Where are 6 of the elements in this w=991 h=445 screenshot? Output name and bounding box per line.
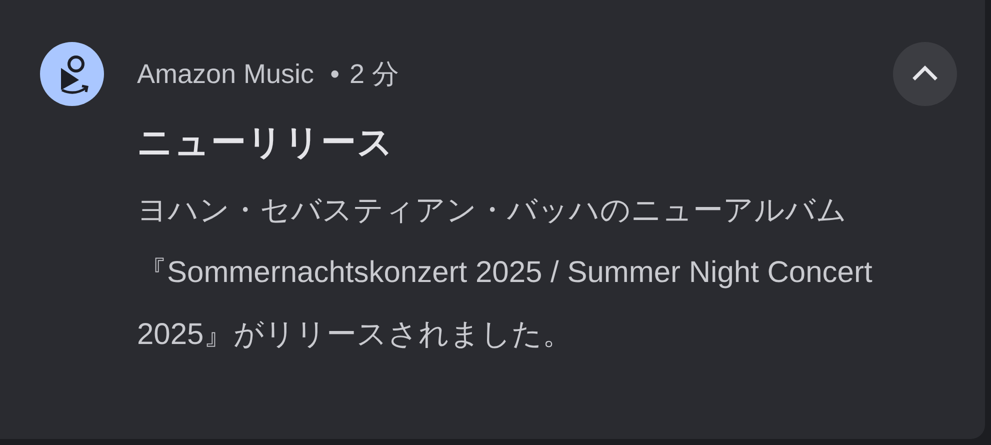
timestamp: 2 分 [350,58,400,91]
separator-dot: • [330,58,340,91]
notification-body: ヨハン・セバスティアン・バッハのニューアルバム『Sommernachtskonzert 2025 / Summer Night Concert 2025』がリリースされました。 [137,193,874,353]
notification-title: ニューリリース [137,122,395,164]
app-name: Amazon Music [137,58,314,91]
app-icon [40,42,104,106]
